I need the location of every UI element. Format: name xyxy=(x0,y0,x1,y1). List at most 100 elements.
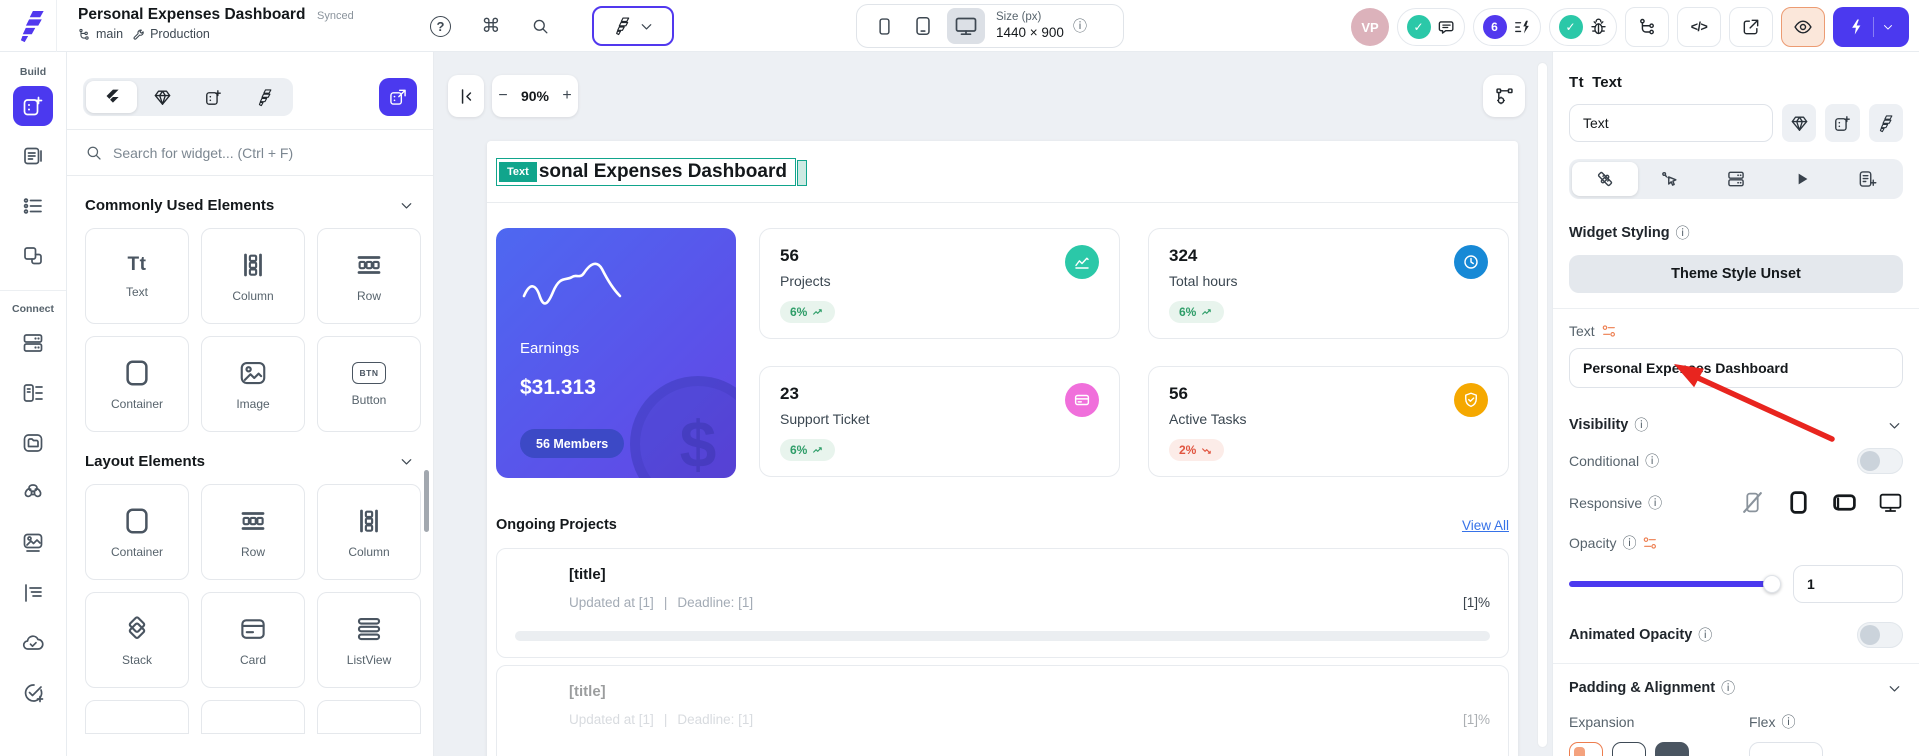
sidebar-item-integrations[interactable] xyxy=(13,473,53,513)
tablet-landscape-toggle-icon[interactable] xyxy=(1832,490,1857,515)
selection-resize-handle[interactable] xyxy=(796,159,807,186)
widget-card-listview[interactable]: ListView xyxy=(317,592,421,688)
save-as-component-button[interactable] xyxy=(1825,104,1860,142)
slider-knob[interactable] xyxy=(1763,575,1781,593)
padding-alignment-header[interactable]: Padding & Alignment ⓘ xyxy=(1569,678,1903,698)
debug-status-pill[interactable]: ✓ xyxy=(1549,8,1617,46)
canvas-scrollbar[interactable] xyxy=(1537,62,1548,748)
search-button[interactable] xyxy=(527,13,553,39)
widget-card-button[interactable]: BTN Button xyxy=(317,336,421,432)
widget-card-column[interactable]: Column xyxy=(201,228,305,324)
page-selector-dropdown[interactable] xyxy=(592,6,674,46)
desktop-preview-button[interactable] xyxy=(947,8,985,44)
flutterflow-widget-button[interactable] xyxy=(1868,104,1903,142)
open-widget-panel-button[interactable] xyxy=(379,78,417,116)
page-title-text[interactable]: sonal Expenses Dashboard xyxy=(539,161,787,183)
command-menu-button[interactable]: ⌘ xyxy=(478,13,504,39)
widget-card[interactable] xyxy=(201,700,305,734)
sidebar-item-database[interactable] xyxy=(13,323,53,363)
visibility-section-header[interactable]: Visibility ⓘ xyxy=(1569,415,1903,435)
avatar[interactable]: VP xyxy=(1351,8,1389,46)
tab-actions[interactable] xyxy=(1638,162,1704,196)
help-button[interactable]: ? xyxy=(430,16,451,37)
theme-widget-button[interactable] xyxy=(1782,104,1817,142)
flex-value-input[interactable] xyxy=(1749,742,1823,756)
tab-properties[interactable] xyxy=(1572,162,1638,196)
check-plus-icon xyxy=(21,681,45,705)
widget-card-container[interactable]: Container xyxy=(85,484,189,580)
branch-name[interactable]: main xyxy=(96,27,123,41)
project-list-item[interactable]: [title] Updated at [1] | Deadline: [1] [… xyxy=(496,548,1509,658)
sidebar-item-widget-tree[interactable] xyxy=(13,186,53,226)
widget-card-card[interactable]: Card xyxy=(201,592,305,688)
desktop-toggle-icon[interactable] xyxy=(1878,490,1903,515)
database-icon xyxy=(21,331,45,355)
collapse-panel-button[interactable] xyxy=(448,75,484,117)
selected-text-widget[interactable]: Text sonal Expenses Dashboard xyxy=(496,157,807,186)
stat-card-projects[interactable]: 56 Projects 6% xyxy=(759,228,1120,339)
view-code-button[interactable]: </> xyxy=(1677,7,1721,47)
project-list-item[interactable]: [title] Updated at [1] | Deadline: [1] [… xyxy=(496,665,1509,756)
zoom-out-button[interactable]: − xyxy=(494,87,512,105)
widget-card-container[interactable]: Container xyxy=(85,336,189,432)
tab-flutterflow-widgets[interactable] xyxy=(239,81,290,113)
sidebar-item-pages[interactable] xyxy=(13,136,53,176)
tablet-preview-button[interactable] xyxy=(908,11,938,41)
conditional-toggle[interactable] xyxy=(1857,448,1903,474)
phone-preview-button[interactable] xyxy=(869,11,899,41)
stat-card-total-hours[interactable]: 324 Total hours 6% xyxy=(1148,228,1509,339)
comments-status-pill[interactable]: ✓ xyxy=(1397,8,1465,46)
sidebar-item-app-state[interactable] xyxy=(13,573,53,613)
section-header-layout-elements[interactable]: Layout Elements xyxy=(85,453,415,470)
tab-theme-widgets[interactable] xyxy=(137,81,188,113)
widget-card-image[interactable]: Image xyxy=(201,336,305,432)
animated-opacity-toggle[interactable] xyxy=(1857,622,1903,648)
stat-card-active-tasks[interactable]: 56 Active Tasks 2% xyxy=(1148,366,1509,477)
widget-card-row[interactable]: Row xyxy=(317,228,421,324)
text-value-input[interactable] xyxy=(1569,348,1903,388)
phone-hidden-toggle-icon[interactable] xyxy=(1740,490,1765,515)
view-all-link[interactable]: View All xyxy=(1462,518,1509,533)
widget-card[interactable] xyxy=(317,700,421,734)
widget-card[interactable] xyxy=(85,700,189,734)
widget-card-text[interactable]: Tt Text xyxy=(85,228,189,324)
canvas-settings-button[interactable] xyxy=(1483,75,1525,117)
tablet-portrait-toggle-icon[interactable] xyxy=(1786,490,1811,515)
sidebar-item-cloud-functions[interactable] xyxy=(13,623,53,663)
widget-search[interactable]: Search for widget... (Ctrl + F) xyxy=(67,130,433,176)
theme-style-button[interactable]: Theme Style Unset xyxy=(1569,255,1903,293)
sidebar-item-widget-palette[interactable] xyxy=(13,86,53,126)
widget-card-column[interactable]: Column xyxy=(317,484,421,580)
sidebar-item-components[interactable] xyxy=(13,236,53,276)
scrollbar-thumb[interactable] xyxy=(424,470,429,532)
widget-card-row[interactable]: Row xyxy=(201,484,305,580)
opacity-slider[interactable] xyxy=(1569,575,1781,593)
sidebar-item-files[interactable] xyxy=(13,423,53,463)
run-button[interactable] xyxy=(1833,7,1909,47)
widget-tree-button[interactable] xyxy=(1625,7,1669,47)
stat-card-support-ticket[interactable]: 23 Support Ticket 6% xyxy=(759,366,1120,477)
wrench-icon xyxy=(132,28,145,41)
expansion-none-button[interactable] xyxy=(1569,742,1603,756)
widget-card-stack[interactable]: Stack xyxy=(85,592,189,688)
tab-backend[interactable] xyxy=(1703,162,1769,196)
actions-status-pill[interactable]: 6 xyxy=(1473,8,1541,46)
tab-animations[interactable] xyxy=(1769,162,1835,196)
tab-documentation[interactable] xyxy=(1834,162,1900,196)
expansion-expanded-button[interactable]: ‹ xyxy=(1612,742,1646,756)
opacity-value-input[interactable] xyxy=(1793,565,1903,603)
tab-flutter-widgets[interactable] xyxy=(86,81,137,113)
environment-name[interactable]: Production xyxy=(150,27,210,41)
sidebar-item-media-assets[interactable] xyxy=(13,523,53,563)
tab-custom-widgets[interactable] xyxy=(188,81,239,113)
flutterflow-logo-icon[interactable] xyxy=(12,7,50,45)
section-header-commonly-used[interactable]: Commonly Used Elements xyxy=(85,197,415,214)
open-preview-button[interactable] xyxy=(1729,7,1773,47)
earnings-card[interactable]: Earnings $31.313 56 Members $ xyxy=(496,228,736,478)
sidebar-item-app-values[interactable] xyxy=(13,373,53,413)
preview-mode-button[interactable] xyxy=(1781,7,1825,47)
zoom-in-button[interactable]: + xyxy=(558,87,576,105)
sidebar-item-tests[interactable] xyxy=(13,673,53,713)
widget-name-input[interactable] xyxy=(1569,104,1773,142)
expansion-flexible-button[interactable] xyxy=(1655,742,1689,756)
